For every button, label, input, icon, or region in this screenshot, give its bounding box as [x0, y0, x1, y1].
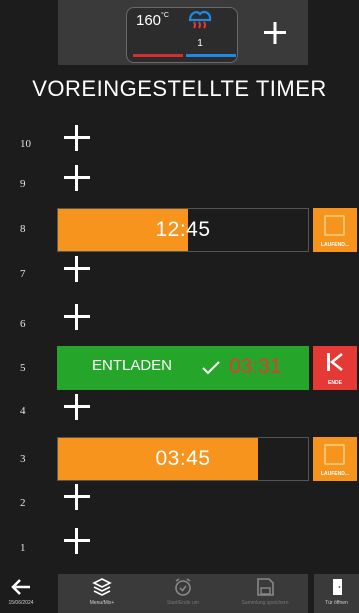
- save-icon: [257, 578, 274, 596]
- save-collection-label: Sammlung speichern: [241, 600, 289, 606]
- save-collection-button[interactable]: Sammlung speichern: [234, 576, 296, 613]
- menu-mix-label: Menu/Mix+: [89, 600, 115, 606]
- page-title: VOREINGESTELLTE TIMER: [32, 76, 327, 101]
- timer-bar-3[interactable]: 03:45: [57, 437, 309, 481]
- timer-status-button-3[interactable]: LAUFEND...: [313, 437, 357, 481]
- row-number: 8: [20, 223, 26, 235]
- end-label: ENDE: [328, 380, 342, 386]
- temperature-indicator-line: [133, 54, 183, 57]
- timer-bar-8[interactable]: 12:45: [57, 208, 309, 252]
- timer-time: 12:45: [155, 218, 211, 241]
- row-number: 3: [20, 453, 26, 465]
- add-timer-button-4[interactable]: [64, 394, 90, 420]
- timer-status-label: LAUFEND...: [320, 242, 350, 248]
- add-setting-button[interactable]: [258, 16, 292, 50]
- temperature-value: 160°C: [136, 12, 169, 29]
- end-button-5[interactable]: ENDE: [313, 346, 357, 390]
- unload-time: 03:31: [229, 355, 282, 378]
- open-door-label: Tür öffnen: [325, 600, 348, 606]
- stop-icon: [324, 215, 345, 236]
- skip-to-start-icon: [327, 353, 343, 371]
- row-number: 5: [20, 362, 26, 374]
- date-label: 15/06/2024: [8, 600, 34, 606]
- timer-status-label: LAUFEND...: [320, 471, 350, 477]
- open-door-button[interactable]: Tür öffnen: [314, 576, 359, 613]
- check-icon: [202, 361, 220, 375]
- add-timer-button-10[interactable]: [64, 125, 90, 151]
- back-button[interactable]: 15/06/2024: [0, 576, 42, 613]
- add-timer-button-9[interactable]: [64, 165, 90, 191]
- stop-icon: [324, 444, 345, 465]
- back-arrow-icon: [11, 579, 30, 595]
- row-number: 1: [20, 542, 26, 554]
- steam-icon: [188, 10, 212, 29]
- timer-status-button-8[interactable]: LAUFEND...: [313, 208, 357, 252]
- steam-indicator-line: [186, 54, 236, 57]
- unload-label: ENTLADEN: [92, 357, 173, 374]
- steam-level-value: 1: [197, 38, 203, 49]
- menu-mix-button[interactable]: Menu/Mix+: [80, 576, 124, 613]
- row-number: 9: [20, 178, 26, 190]
- row-number: 2: [20, 497, 26, 509]
- row-number: 6: [20, 318, 26, 330]
- alarm-clock-icon: [175, 578, 191, 596]
- row-number: 10: [20, 138, 31, 150]
- add-timer-button-1[interactable]: [64, 528, 90, 554]
- door-icon: [332, 579, 342, 595]
- add-timer-button-6[interactable]: [64, 304, 90, 330]
- start-end-button[interactable]: Start/Ende um: [158, 576, 208, 613]
- row-number: 7: [20, 268, 26, 280]
- add-timer-button-7[interactable]: [64, 256, 90, 282]
- layers-icon: [92, 578, 112, 596]
- timer-time: 03:45: [155, 447, 211, 470]
- unload-timer-bar-5[interactable]: ENTLADEN 03:31: [57, 346, 309, 390]
- row-number: 4: [20, 405, 26, 417]
- start-end-label: Start/Ende um: [167, 600, 199, 606]
- add-timer-button-2[interactable]: [64, 484, 90, 510]
